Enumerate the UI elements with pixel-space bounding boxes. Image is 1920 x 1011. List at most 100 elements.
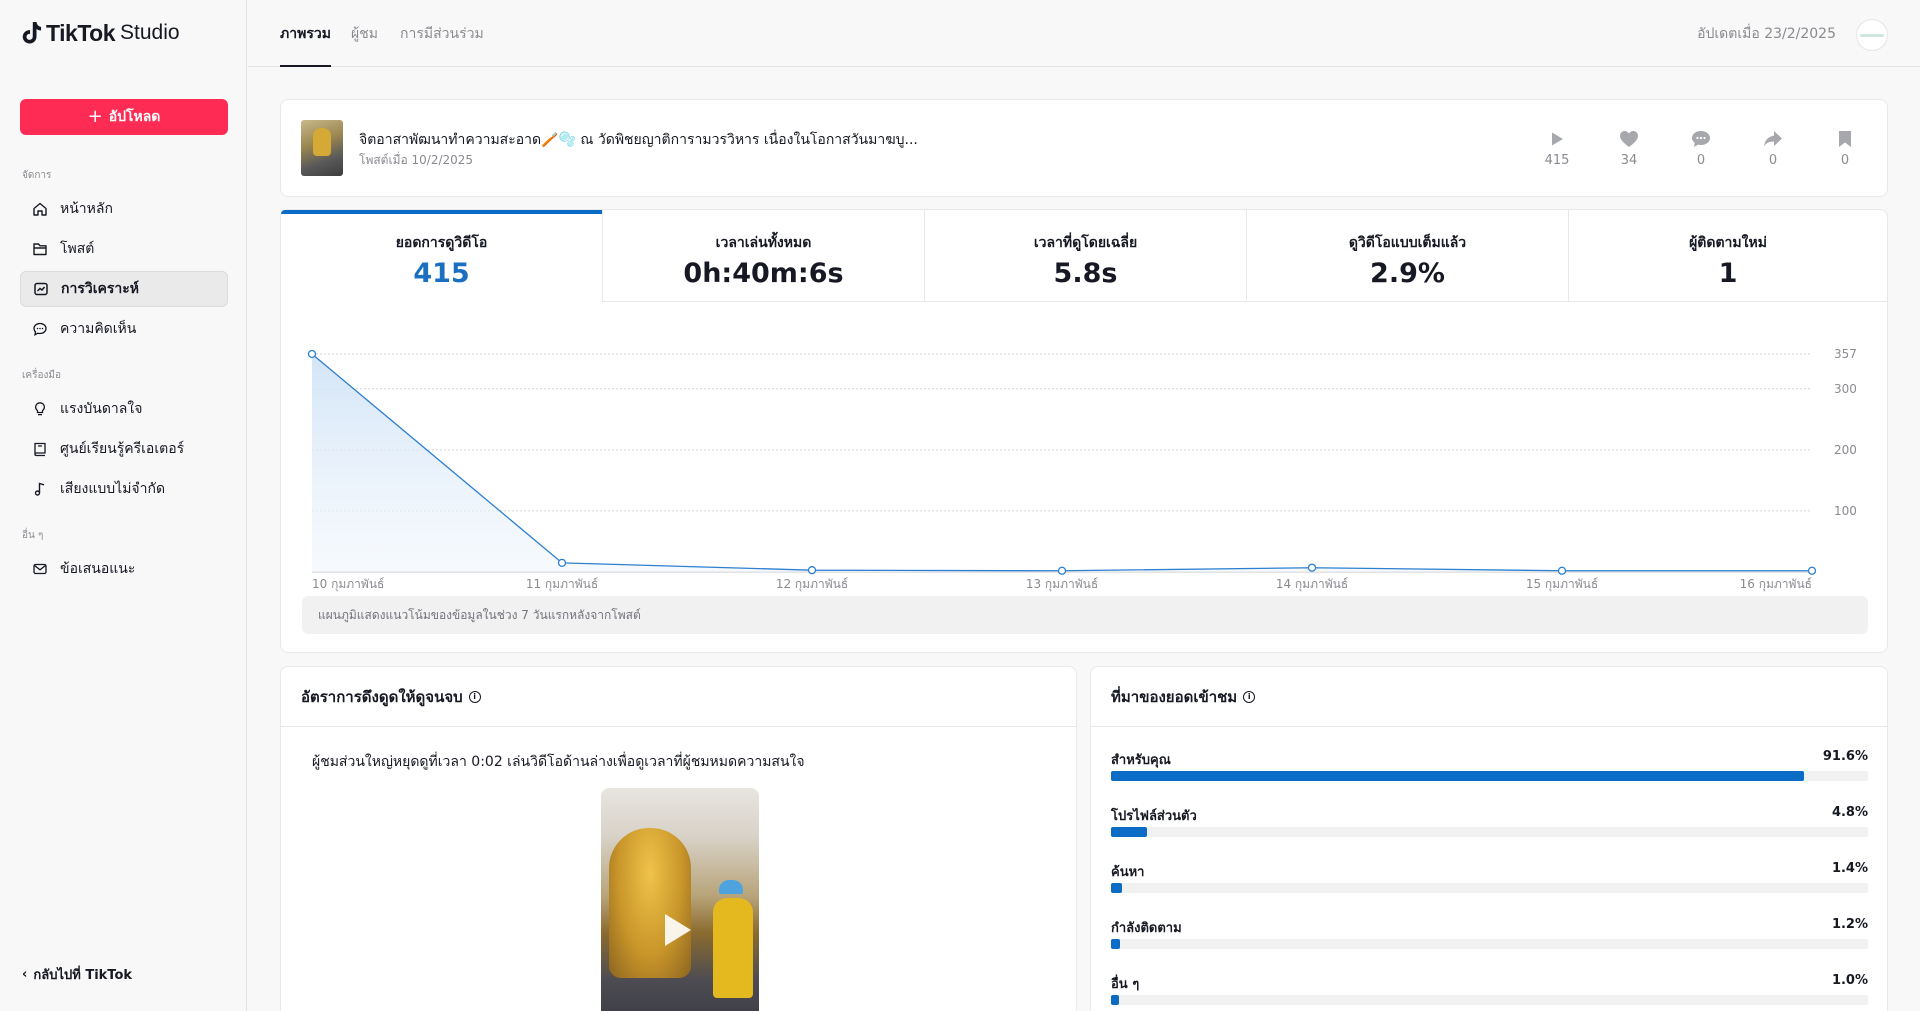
stat-shares-value: 0 <box>1768 153 1778 168</box>
comment-icon <box>32 321 48 337</box>
x-tick-label: 16 กุมภาพันธ์ <box>1740 577 1812 592</box>
stat-saves: 0 <box>1825 128 1865 168</box>
metric-value: 1 <box>1718 258 1738 289</box>
source-bar-fill <box>1111 939 1121 949</box>
sidebar-item-label: ความคิดเห็น <box>60 321 137 337</box>
music-note-icon <box>32 481 48 497</box>
stat-plays: 415 <box>1537 128 1577 168</box>
x-tick-label: 14 กุมภาพันธ์ <box>1276 577 1348 592</box>
upload-label: อัปโหลด <box>108 109 161 125</box>
sidebar-item-analytics[interactable]: การวิเคราะห์ <box>20 271 228 307</box>
sidebar-item-label: หน้าหลัก <box>60 201 113 217</box>
book-icon <box>32 441 48 457</box>
sidebar-item-posts[interactable]: โพสต์ <box>20 231 228 267</box>
traffic-source-title: ที่มาของยอดเข้าชม <box>1111 687 1238 706</box>
chart-note: แผนภูมิแสดงแนวโน้มของข้อมูลในช่วง 7 วันแ… <box>302 596 1868 634</box>
metric-tab-watched-full-video[interactable]: ดูวิดีโอแบบเต็มแล้ว 2.9% <box>1247 210 1569 302</box>
tab-engagement[interactable]: การมีส่วนร่วม <box>400 23 484 67</box>
x-tick-label: 13 กุมภาพันธ์ <box>1026 577 1098 592</box>
source-bar-track <box>1111 771 1868 781</box>
bookmark-icon <box>1825 128 1865 150</box>
metric-label: ดูวิดีโอแบบเต็มแล้ว <box>1348 235 1467 251</box>
chevron-left-icon: ‹ <box>22 967 28 982</box>
play-icon[interactable] <box>665 914 691 946</box>
upload-button[interactable]: + อัปโหลด <box>20 99 228 135</box>
data-point <box>807 566 817 575</box>
brand-name: TikTok <box>46 19 116 46</box>
avatar-image <box>1860 33 1884 37</box>
source-bar-track <box>1111 883 1868 893</box>
back-to-tiktok-link[interactable]: ‹ กลับไปที่ TikTok <box>22 964 132 985</box>
source-bar-track <box>1111 939 1868 949</box>
tiktok-logo-icon <box>22 22 42 44</box>
y-tick-label: 300 <box>1834 382 1857 396</box>
video-frame-person <box>713 898 753 998</box>
sidebar-item-creator-academy[interactable]: ศูนย์เรียนรู้ครีเอเตอร์ <box>20 431 228 467</box>
metric-tab-new-followers[interactable]: ผู้ติดตามใหม่ 1 <box>1569 210 1887 302</box>
data-point <box>1807 566 1817 575</box>
views-chart: 100 200 300 357 10 กุมภาพันธ์ 11 กุมภาพันธ์ 12… <box>307 347 1857 592</box>
source-name: อื่น ๆ <box>1111 977 1140 992</box>
sidebar-item-comments[interactable]: ความคิดเห็น <box>20 311 228 347</box>
sidebar-item-label: เสียงแบบไม่จำกัด <box>60 481 166 497</box>
data-point <box>307 349 317 359</box>
source-name: โปรไฟล์ส่วนตัว <box>1111 809 1197 824</box>
back-label: กลับไปที่ TikTok <box>33 968 133 983</box>
metric-value: 5.8s <box>1053 258 1118 289</box>
source-percent: 1.4% <box>1831 861 1868 876</box>
stat-plays-value: 415 <box>1544 153 1570 168</box>
sidebar-item-home[interactable]: หน้าหลัก <box>20 191 228 227</box>
metric-tab-total-play-time[interactable]: เวลาเล่นทั้งหมด 0h:40m:6s <box>603 210 925 302</box>
sidebar-item-feedback[interactable]: ข้อเสนอแนะ <box>20 551 228 587</box>
sidebar-item-label: ข้อเสนอแนะ <box>60 561 136 577</box>
video-summary-card: จิตอาสาพัฒนาทำความสะอาด🪥🫧 ณ วัดพิชยญาติก… <box>280 99 1888 197</box>
tab-viewers[interactable]: ผู้ชม <box>351 23 378 67</box>
source-percent: 4.8% <box>1831 805 1868 820</box>
stat-likes: 34 <box>1609 128 1649 168</box>
video-thumbnail[interactable] <box>301 120 343 176</box>
source-name: สำหรับคุณ <box>1111 753 1171 768</box>
stat-shares: 0 <box>1753 128 1793 168</box>
retention-video-player[interactable] <box>601 788 759 1011</box>
source-percent: 1.0% <box>1831 973 1868 988</box>
x-tick-label: 11 กุมภาพันธ์ <box>526 577 598 592</box>
source-percent: 1.2% <box>1831 917 1868 932</box>
sidebar-item-unlimited-sounds[interactable]: เสียงแบบไม่จำกัด <box>20 471 228 507</box>
heart-icon <box>1609 128 1649 150</box>
metric-tab-average-watch-time[interactable]: เวลาที่ดูโดยเฉลี่ย 5.8s <box>925 210 1247 302</box>
tiktok-studio-logo[interactable]: TikTok Studio <box>20 18 180 48</box>
metric-label: ยอดการดูวิดีโอ <box>395 235 488 251</box>
sidebar-item-label: โพสต์ <box>60 241 95 257</box>
info-icon[interactable]: i <box>1243 690 1256 703</box>
video-frame-person-cap <box>719 880 743 894</box>
section-label-tools: เครื่องมือ <box>22 370 61 381</box>
home-icon <box>32 201 48 217</box>
lightbulb-icon <box>32 401 48 417</box>
stat-saves-value: 0 <box>1840 153 1850 168</box>
sidebar: TikTok Studio + อัปโหลด จัดการ หน้าหลัก … <box>0 0 247 1011</box>
traffic-source-card: ที่มาของยอดเข้าชม i สำหรับคุณ 91.6% โปรไ… <box>1090 666 1888 1011</box>
metric-tab-video-views[interactable]: ยอดการดูวิดีโอ 415 <box>281 210 603 302</box>
analytics-icon <box>33 281 49 297</box>
y-tick-label: 100 <box>1834 504 1857 518</box>
comment-bubble-icon <box>1681 128 1721 150</box>
tab-overview[interactable]: ภาพรวม <box>280 23 331 67</box>
source-bar-track <box>1111 995 1868 1005</box>
sidebar-item-inspiration[interactable]: แรงบันดาลใจ <box>20 391 228 427</box>
source-bar-fill <box>1111 827 1148 837</box>
metrics-chart-card: ยอดการดูวิดีโอ 415 เวลาเล่นทั้งหมด 0h:40… <box>280 209 1888 653</box>
data-point <box>1307 563 1317 572</box>
source-name: ค้นหา <box>1111 865 1145 880</box>
video-title: จิตอาสาพัฒนาทำความสะอาด🪥🫧 ณ วัดพิชยญาติก… <box>359 132 918 148</box>
avatar[interactable] <box>1856 19 1888 51</box>
share-icon <box>1753 128 1793 150</box>
metric-label: ผู้ติดตามใหม่ <box>1689 235 1767 251</box>
video-posted-date: โพสต์เมื่อ 10/2/2025 <box>359 153 474 167</box>
metric-value: 415 <box>413 258 470 289</box>
data-point <box>1557 566 1567 575</box>
retention-card: อัตราการดึงดูดให้ดูจนจบ i ผู้ชมส่วนใหญ่ห… <box>280 666 1077 1011</box>
metric-label: เวลาที่ดูโดยเฉลี่ย <box>1033 235 1138 251</box>
source-bar-track <box>1111 827 1868 837</box>
info-icon[interactable]: i <box>468 690 481 703</box>
stat-likes-value: 34 <box>1620 153 1638 168</box>
